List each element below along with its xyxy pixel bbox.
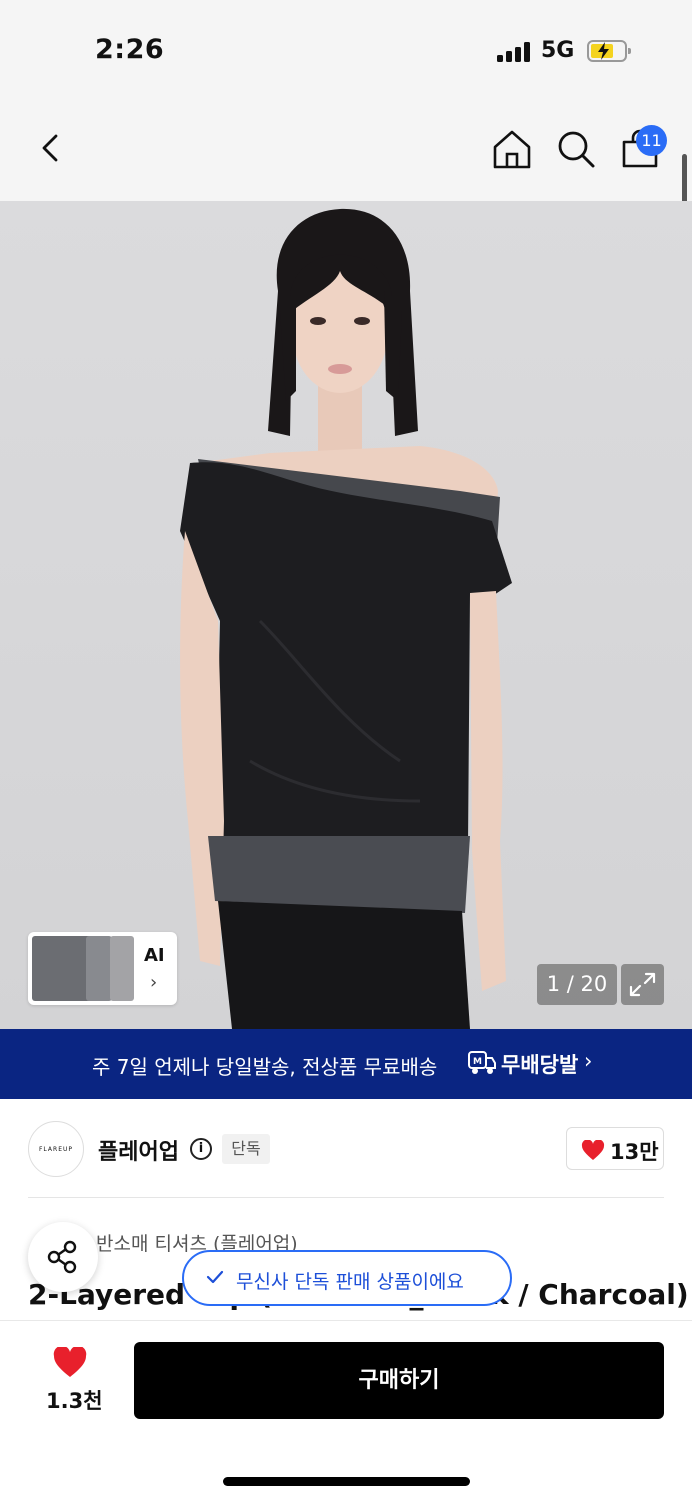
svg-text:M: M xyxy=(473,1057,482,1067)
battery-icon xyxy=(587,40,631,62)
status-bar: 2:26 5G xyxy=(0,0,692,100)
divider xyxy=(28,1197,664,1198)
free-shipping-banner[interactable]: 주 7일 언제나 당일발송, 전상품 무료배송 M 무배당발 › xyxy=(0,1029,692,1099)
heart-icon[interactable] xyxy=(52,1347,88,1379)
image-counter: 1 / 20 xyxy=(537,964,617,1005)
product-image[interactable] xyxy=(0,201,692,1029)
toast-message: 무신사 단독 판매 상품이에요 xyxy=(236,1271,464,1293)
heart-icon xyxy=(581,1140,605,1160)
buy-button[interactable]: 구매하기 xyxy=(134,1342,664,1419)
brand-name[interactable]: 플레어업 xyxy=(98,1134,179,1166)
ai-thumbnail-strip[interactable] xyxy=(28,932,177,1005)
thumbnail-1[interactable] xyxy=(32,936,92,1001)
status-time: 2:26 xyxy=(95,34,165,65)
chevron-right-icon: › xyxy=(584,1049,593,1073)
check-icon xyxy=(206,1270,224,1284)
brand-logo[interactable]: FLAREUP xyxy=(28,1121,84,1177)
thumbnail-3[interactable] xyxy=(110,936,134,1001)
share-icon xyxy=(47,1240,77,1274)
expand-icon[interactable] xyxy=(621,964,664,1005)
ai-chevron-icon: › xyxy=(150,972,158,993)
home-indicator xyxy=(223,1477,470,1486)
banner-text: 주 7일 언제나 당일발송, 전상품 무료배송 xyxy=(92,1055,438,1079)
wish-count: 1.3천 xyxy=(46,1389,103,1413)
chevron-left-icon[interactable] xyxy=(36,128,68,168)
home-icon[interactable] xyxy=(492,128,532,170)
search-icon[interactable] xyxy=(556,128,596,170)
brand-like-count: 13만 xyxy=(610,1140,659,1164)
top-nav xyxy=(0,100,692,201)
network-label: 5G xyxy=(541,38,575,63)
exclusive-toast: 무신사 단독 판매 상품이에요 xyxy=(182,1250,512,1306)
thumbnail-2[interactable] xyxy=(86,936,112,1001)
info-icon[interactable]: i xyxy=(190,1138,212,1160)
banner-brand: 무배당발 xyxy=(501,1053,579,1077)
signal-icon xyxy=(497,42,531,62)
cart-count-badge: 11 xyxy=(636,125,667,156)
ai-label: AI xyxy=(144,945,165,966)
model-photo xyxy=(180,208,512,1029)
exclusive-badge: 단독 xyxy=(222,1134,270,1164)
share-button[interactable] xyxy=(28,1222,98,1292)
delivery-truck-icon: M xyxy=(468,1051,496,1074)
brand-like-button[interactable]: 13만 xyxy=(566,1127,664,1170)
